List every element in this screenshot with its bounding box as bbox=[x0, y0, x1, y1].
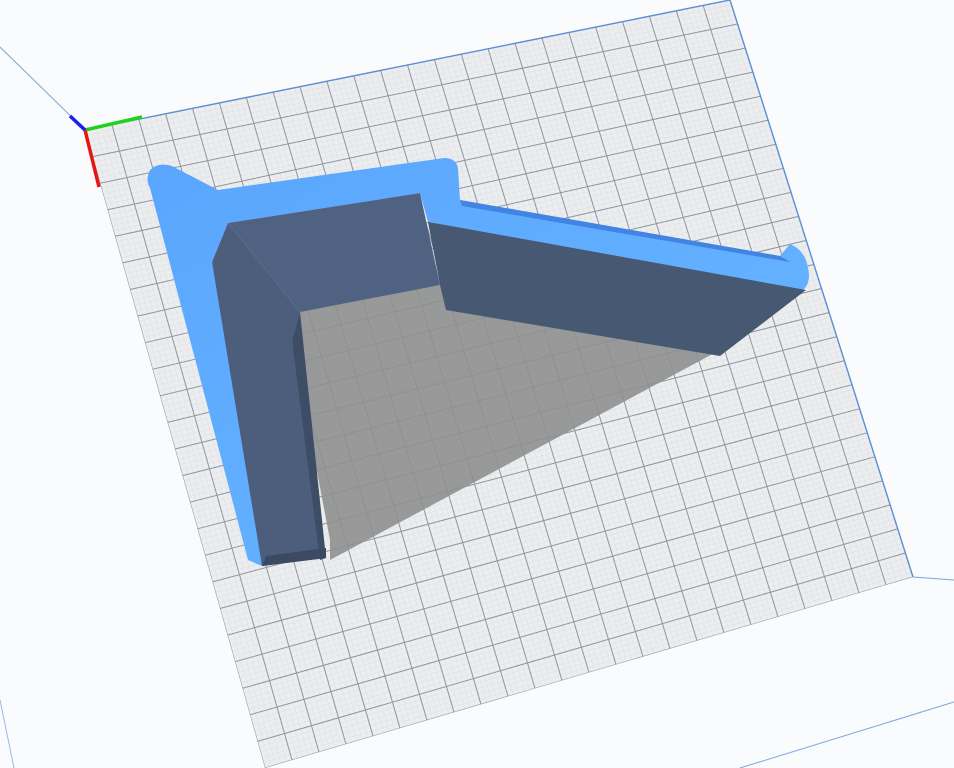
3d-viewport[interactable] bbox=[0, 0, 954, 768]
3d-scene[interactable] bbox=[0, 0, 954, 768]
z-axis-indicator bbox=[68, 114, 87, 132]
